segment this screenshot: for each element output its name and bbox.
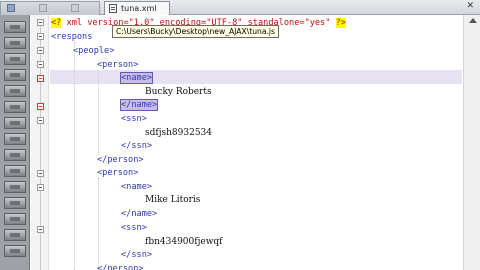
scroll-up-arrow-icon[interactable] bbox=[469, 18, 477, 23]
fold-toggle-icon[interactable] bbox=[37, 117, 44, 124]
toolbar-button[interactable] bbox=[4, 53, 26, 65]
toolbar-button[interactable] bbox=[4, 213, 26, 225]
toolbar-button[interactable] bbox=[4, 197, 26, 209]
code-line-name-open: <name> bbox=[121, 182, 153, 192]
toolbar-button[interactable] bbox=[4, 69, 26, 81]
pi-open: <? bbox=[51, 18, 62, 28]
fold-toggle-icon[interactable] bbox=[37, 75, 44, 82]
document-icon bbox=[109, 4, 117, 13]
name-close-tag: </name> bbox=[119, 99, 159, 111]
name-open-tag: <name> bbox=[119, 72, 154, 84]
code-line-person-open: <person> bbox=[97, 60, 139, 70]
code-editor[interactable]: <? xml version="1.0" encoding="UTF-8" st… bbox=[50, 15, 480, 270]
code-line-ssn-text: sdfjsh8932534 bbox=[145, 128, 212, 138]
pi-xml: xml bbox=[61, 18, 88, 28]
toolbar-button[interactable] bbox=[4, 181, 26, 193]
toolbar-button[interactable] bbox=[4, 245, 26, 257]
vertical-scrollbar[interactable] bbox=[463, 15, 480, 270]
fold-toggle-icon[interactable] bbox=[37, 184, 44, 191]
toolbar-button[interactable] bbox=[4, 133, 26, 145]
fold-toggle-icon[interactable] bbox=[37, 47, 44, 54]
code-line-ssn-close: </ssn> bbox=[121, 141, 153, 151]
fold-toggle-icon[interactable] bbox=[37, 33, 44, 40]
editor-tab-bar: tuna.xml ✕ bbox=[0, 0, 480, 15]
toolbar-button[interactable] bbox=[4, 85, 26, 97]
code-line-person-open: <person> bbox=[97, 168, 139, 178]
code-line-name-close: </name> bbox=[121, 209, 158, 219]
tab-label: tuna.xml bbox=[121, 4, 157, 13]
fold-toggle-icon[interactable] bbox=[37, 226, 44, 233]
code-line-ssn-text: fbn434900fjewqf bbox=[145, 237, 223, 247]
code-line-name-text: Bucky Roberts bbox=[145, 87, 212, 97]
toolbar-button[interactable] bbox=[4, 149, 26, 161]
file-path-tooltip: C:\Users\Bucky\Desktop\new_AJAX\tuna.js bbox=[112, 25, 279, 38]
code-line-response: <respons bbox=[51, 32, 93, 42]
code-line-person-close: </person> bbox=[97, 155, 144, 165]
inactive-tab-group[interactable] bbox=[0, 1, 100, 15]
fold-toggle-icon[interactable] bbox=[37, 170, 44, 177]
tab-tuna-xml[interactable]: tuna.xml bbox=[104, 1, 170, 15]
code-line-ssn-open: <ssn> bbox=[121, 114, 147, 124]
file-icon bbox=[71, 4, 79, 12]
code-line-name-close: </name> bbox=[119, 98, 159, 112]
code-line-ssn-open: <ssn> bbox=[121, 223, 147, 233]
fold-toggle-icon[interactable] bbox=[37, 61, 44, 68]
code-line-person-close: </person> bbox=[97, 264, 144, 270]
file-icon bbox=[7, 4, 15, 12]
toolbar-button[interactable] bbox=[4, 21, 26, 33]
toolbar-button[interactable] bbox=[4, 37, 26, 49]
code-line-ssn-close: </ssn> bbox=[121, 250, 153, 260]
code-line-name-text: Mike Litoris bbox=[145, 195, 201, 205]
fold-toggle-icon[interactable] bbox=[37, 103, 44, 110]
file-icon bbox=[39, 4, 47, 12]
close-icon[interactable]: ✕ bbox=[466, 1, 474, 11]
left-toolbar bbox=[0, 15, 30, 270]
pi-close: ?> bbox=[335, 18, 346, 28]
code-line-name-open: <name> bbox=[119, 71, 154, 85]
toolbar-button[interactable] bbox=[4, 117, 26, 129]
toolbar-button[interactable] bbox=[4, 101, 26, 113]
code-line-people-open: <people> bbox=[73, 46, 115, 56]
toolbar-button[interactable] bbox=[4, 229, 26, 241]
fold-toggle-icon[interactable] bbox=[37, 19, 44, 26]
toolbar-button[interactable] bbox=[4, 165, 26, 177]
